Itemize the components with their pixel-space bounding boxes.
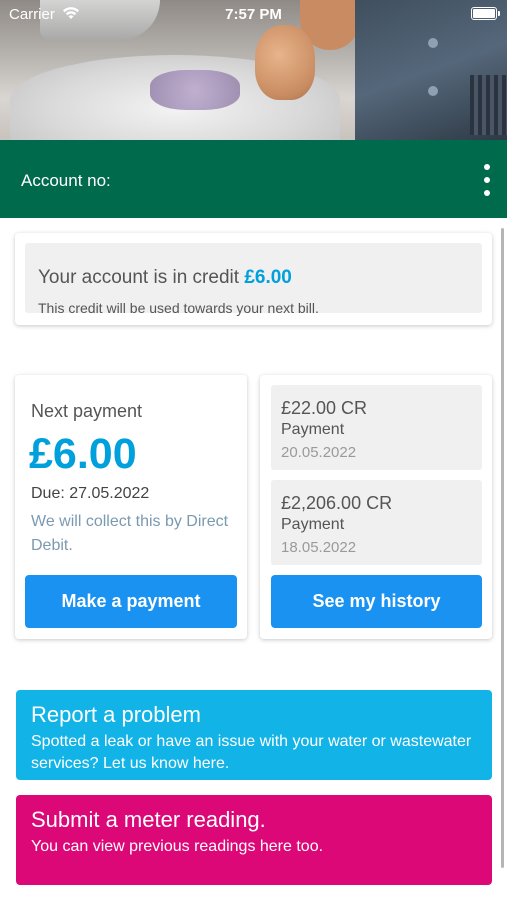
credit-note: This credit will be used towards your ne…: [38, 300, 319, 316]
next-payment-amount: £6.00: [29, 430, 137, 478]
account-number-label: Account no:: [21, 171, 111, 190]
report-problem-banner[interactable]: Report a problem Spotted a leak or have …: [16, 690, 492, 780]
next-payment-label: Next payment: [31, 401, 143, 421]
history-type: Payment: [281, 421, 345, 438]
next-payment-card: Next payment £6.00 Due: 27.05.2022 We wi…: [15, 375, 247, 639]
cloth-shape: [150, 70, 240, 110]
more-vertical-icon[interactable]: [481, 164, 493, 196]
history-date: 18.05.2022: [281, 539, 357, 556]
history-amount: £22.00 CR: [281, 398, 368, 418]
battery-icon: [471, 7, 500, 20]
credit-text: Your account is in credit: [38, 267, 240, 288]
history-item[interactable]: £22.00 CR Payment 20.05.2022: [271, 385, 482, 470]
credit-status: Your account is in credit £6.00: [38, 267, 292, 289]
meter-reading-title: Submit a meter reading.: [31, 807, 266, 832]
meter-reading-banner[interactable]: Submit a meter reading. You can view pre…: [16, 795, 492, 885]
report-problem-text: Spotted a leak or have an issue with you…: [31, 733, 472, 772]
report-problem-title: Report a problem: [31, 702, 201, 727]
payment-history-card: £22.00 CR Payment 20.05.2022 £2,206.00 C…: [260, 375, 492, 639]
scrollbar[interactable]: [501, 228, 504, 868]
see-history-button[interactable]: See my history: [271, 575, 482, 628]
make-payment-button[interactable]: Make a payment: [25, 575, 237, 628]
credit-amount: £6.00: [244, 267, 292, 288]
account-header: Account no:: [0, 140, 507, 218]
credit-card: Your account is in credit £6.00 This cre…: [15, 233, 492, 325]
history-item[interactable]: £2,206.00 CR Payment 18.05.2022: [271, 480, 482, 565]
history-date: 20.05.2022: [281, 444, 357, 461]
hand-shape: [255, 25, 315, 100]
status-bar: Carrier 7:57 PM: [0, 0, 507, 28]
due-date: Due: 27.05.2022: [31, 485, 150, 502]
direct-debit-note: We will collect this by Direct Debit.: [31, 513, 229, 554]
history-amount: £2,206.00 CR: [281, 493, 393, 513]
credit-panel: Your account is in credit £6.00 This cre…: [25, 243, 482, 316]
history-type: Payment: [281, 516, 345, 533]
clock: 7:57 PM: [225, 6, 282, 23]
meter-reading-text: You can view previous readings here too.: [31, 838, 324, 855]
